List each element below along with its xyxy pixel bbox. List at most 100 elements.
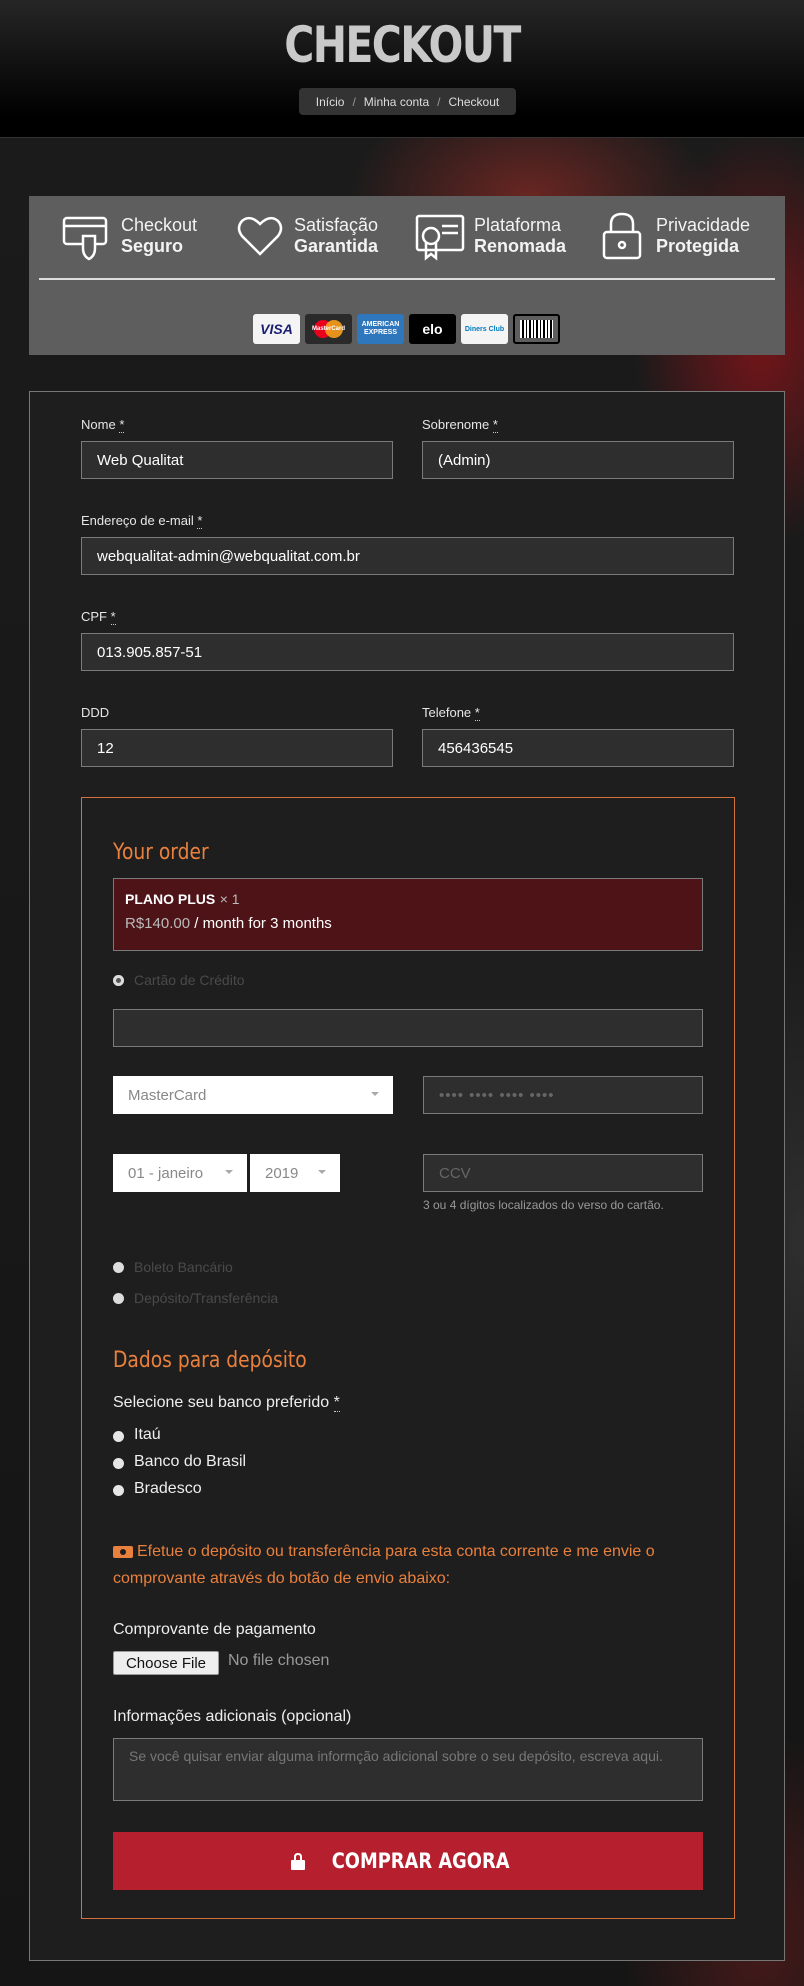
- ccv-hint: 3 ou 4 dígitos localizados do verso do c…: [423, 1198, 664, 1212]
- last-name-label-text: Sobrenome: [422, 417, 490, 432]
- deposit-label: Depósito/Transferência: [134, 1290, 279, 1306]
- trust-line2: Garantida: [294, 236, 379, 256]
- breadcrumb-separator: /: [437, 94, 441, 109]
- card-shield-icon: [62, 216, 108, 261]
- trust-line1: Privacidade: [656, 215, 751, 235]
- email-label-text: Endereço de e-mail: [81, 513, 194, 528]
- choose-file-button[interactable]: Choose File: [113, 1651, 219, 1675]
- exp-year-select[interactable]: 2019: [250, 1154, 340, 1192]
- trust-item-secure: Checkout Seguro: [61, 206, 197, 266]
- breadcrumb-home-link[interactable]: Início: [316, 95, 345, 109]
- breadcrumb-current: Checkout: [448, 94, 500, 109]
- required-mark: *: [197, 513, 203, 529]
- last-name-label: Sobrenome *: [422, 417, 498, 433]
- trust-line1: Satisfação: [294, 215, 379, 235]
- payment-card-logos: VISA MasterCard AMERICAN EXPRESS elo Din…: [253, 314, 560, 344]
- page-header: CHECKOUT Início / Minha conta / Checkout: [0, 0, 804, 138]
- product-qty: × 1: [219, 891, 240, 907]
- required-mark: *: [119, 417, 125, 433]
- lock-icon: [291, 1853, 306, 1870]
- cpf-field[interactable]: 013.905.857-51: [81, 633, 734, 671]
- bank-label-bradesco: Bradesco: [134, 1480, 202, 1497]
- phone-field[interactable]: 456436545: [422, 729, 734, 767]
- mastercard-logo-icon: MasterCard: [305, 314, 352, 344]
- bank-radio-bradesco[interactable]: [113, 1485, 124, 1496]
- ddd-field[interactable]: 12: [81, 729, 393, 767]
- trust-badges: Checkout Seguro Satisfação Garantida Plata…: [29, 196, 785, 355]
- breadcrumb-account-link[interactable]: Minha conta: [364, 95, 429, 109]
- order-title: Your order: [113, 840, 209, 865]
- money-icon: [113, 1545, 133, 1558]
- deposit-notice-text: Efetue o depósito ou transferência para …: [113, 1543, 655, 1587]
- trust-line2: Renomada: [474, 236, 567, 256]
- product-price-suffix: / month for 3 months: [190, 915, 332, 932]
- cpf-label-text: CPF: [81, 609, 107, 624]
- mastercard-logo-text: MasterCard: [311, 326, 345, 332]
- ccv-field[interactable]: CCV: [423, 1154, 703, 1192]
- trust-line1: Plataforma: [474, 215, 562, 235]
- chevron-down-icon: [371, 1092, 379, 1096]
- certificate-icon: [415, 214, 465, 261]
- breadcrumb: Início / Minha conta / Checkout: [299, 88, 516, 115]
- bank-prompt: Selecione seu banco preferido *: [113, 1394, 340, 1412]
- exp-month-select[interactable]: 01 - janeiro: [113, 1154, 247, 1192]
- trust-item-privacy: Privacidade Protegida: [596, 206, 750, 266]
- buy-now-button[interactable]: COMPRAR AGORA: [113, 1832, 703, 1890]
- credit-card-label: Cartão de Crédito: [134, 972, 245, 988]
- email-field[interactable]: webqualitat-admin@webqualitat.com.br: [81, 537, 734, 575]
- bank-radio-itau[interactable]: [113, 1431, 124, 1442]
- trust-line2: Protegida: [656, 236, 740, 256]
- extra-info-textarea[interactable]: Se você quisar enviar alguma informção a…: [113, 1738, 703, 1801]
- card-holder-field[interactable]: [113, 1009, 703, 1047]
- file-status: No file chosen: [228, 1652, 330, 1669]
- bank-radio-bb[interactable]: [113, 1458, 124, 1469]
- product-name: PLANO PLUS: [125, 891, 216, 907]
- diners-logo-icon: Diners Club: [461, 314, 508, 344]
- card-brand-select[interactable]: MasterCard: [113, 1076, 393, 1114]
- extra-info-label: Informações adicionais (opcional): [113, 1708, 352, 1725]
- email-label: Endereço de e-mail *: [81, 513, 203, 529]
- first-name-label-text: Nome: [81, 417, 116, 432]
- trust-line1: Checkout: [121, 215, 198, 235]
- trust-divider: [39, 278, 775, 280]
- deposit-section-title: Dados para depósito: [113, 1348, 307, 1373]
- first-name-field[interactable]: Web Qualitat: [81, 441, 393, 479]
- product-price: R$140.00: [125, 915, 191, 932]
- chevron-down-icon: [318, 1170, 326, 1174]
- bank-label-itau: Itaú: [134, 1426, 161, 1443]
- required-mark: *: [333, 1394, 340, 1412]
- page-title: CHECKOUT: [284, 16, 521, 74]
- order-box: Your order PLANO PLUS × 1 R$140.00 / mon…: [81, 797, 735, 1919]
- chevron-down-icon: [225, 1170, 233, 1174]
- order-product-row: PLANO PLUS × 1 R$140.00 / month for 3 mo…: [113, 878, 703, 951]
- breadcrumb-separator: /: [352, 94, 356, 109]
- required-mark: *: [110, 609, 116, 625]
- trust-item-satisfaction: Satisfação Garantida: [234, 206, 378, 266]
- deposit-radio[interactable]: [113, 1293, 124, 1304]
- bank-label-bb: Banco do Brasil: [134, 1453, 247, 1470]
- lock-icon: [602, 212, 642, 260]
- credit-card-radio[interactable]: [113, 975, 124, 986]
- elo-logo-icon: elo: [409, 314, 456, 344]
- exp-month-value: 01 - janeiro: [128, 1164, 204, 1182]
- ddd-label: DDD: [81, 705, 110, 720]
- deposit-notice: Efetue o depósito ou transferência para …: [113, 1538, 703, 1592]
- last-name-field[interactable]: (Admin): [422, 441, 734, 479]
- buy-now-label: COMPRAR AGORA: [332, 1849, 510, 1873]
- boleto-barcode-icon: [513, 314, 560, 344]
- card-number-field[interactable]: •••• •••• •••• ••••: [423, 1076, 703, 1114]
- trust-item-platform: Plataforma Renomada: [414, 206, 566, 266]
- card-brand-value: MasterCard: [128, 1086, 207, 1104]
- exp-year-value: 2019: [265, 1164, 299, 1182]
- cpf-label: CPF *: [81, 609, 116, 625]
- bank-prompt-text: Selecione seu banco preferido: [113, 1394, 330, 1411]
- required-mark: *: [474, 705, 480, 721]
- boleto-radio[interactable]: [113, 1262, 124, 1273]
- heart-icon: [237, 216, 283, 256]
- phone-label-text: Telefone: [422, 705, 472, 720]
- receipt-label: Comprovante de pagamento: [113, 1621, 316, 1638]
- first-name-label: Nome *: [81, 417, 125, 433]
- required-mark: *: [492, 417, 498, 433]
- amex-logo-icon: AMERICAN EXPRESS: [357, 314, 404, 344]
- visa-logo-icon: VISA: [253, 314, 300, 344]
